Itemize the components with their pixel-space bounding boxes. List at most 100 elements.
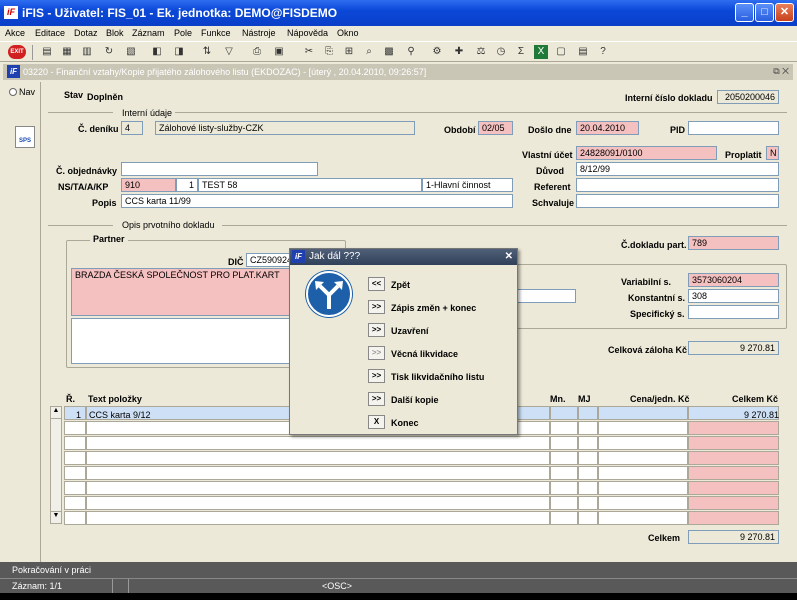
save-icon[interactable]: ▦ [60, 45, 74, 59]
scroll-up-icon[interactable]: ▲ [51, 407, 61, 419]
referent-field[interactable] [576, 178, 779, 192]
tisk-likvidacniho-button[interactable]: >> [368, 369, 385, 383]
query-run-icon[interactable]: ◨ [172, 45, 186, 59]
table-cell[interactable] [598, 451, 688, 465]
table-cell[interactable] [578, 406, 598, 420]
table-cell[interactable] [598, 481, 688, 495]
help-book-icon[interactable]: ▤ [576, 45, 590, 59]
print-icon[interactable]: ⎙ [250, 45, 264, 59]
objednavky-field[interactable] [121, 162, 318, 176]
find-icon[interactable]: ⌕ [362, 45, 376, 59]
table-cell[interactable] [598, 511, 688, 525]
menu-editace[interactable]: Editace [35, 28, 65, 38]
table-cell[interactable] [578, 466, 598, 480]
pid-field[interactable] [688, 121, 779, 135]
zapis-zmen-button[interactable]: >> [368, 300, 385, 314]
table-cell[interactable] [550, 466, 578, 480]
menu-akce[interactable]: Akce [5, 28, 25, 38]
table-cell[interactable] [550, 406, 578, 420]
table-cell[interactable] [86, 511, 550, 525]
scroll-down-icon[interactable]: ▼ [51, 511, 61, 523]
dalsi-kopie-button[interactable]: >> [368, 392, 385, 406]
table-scrollbar[interactable]: ▲ ▼ [50, 406, 62, 524]
cut-icon[interactable]: ✂ [302, 45, 316, 59]
duplicate-icon[interactable]: ▥ [80, 45, 94, 59]
table-cell[interactable] [688, 496, 779, 510]
duvod-field[interactable]: 8/12/99 [576, 162, 779, 176]
ns-field[interactable]: 910 [121, 178, 176, 192]
schvaluje-field[interactable] [576, 194, 779, 208]
table-cell[interactable] [578, 481, 598, 495]
table-cell[interactable] [86, 451, 550, 465]
gear-icon[interactable]: ⚙ [430, 45, 444, 59]
lov-icon[interactable]: ⊞ [342, 45, 356, 59]
a-field[interactable]: TEST 58 [198, 178, 422, 192]
table-cell[interactable] [688, 481, 779, 495]
table-cell[interactable] [550, 511, 578, 525]
attach-icon[interactable]: ⚲ [404, 45, 418, 59]
table-cell[interactable] [550, 451, 578, 465]
proplatit-field[interactable]: N [766, 146, 779, 160]
add-icon[interactable]: ✚ [452, 45, 466, 59]
vlastni-ucet-field[interactable]: 24828091/0100 [576, 146, 717, 160]
menu-napoveda[interactable]: Nápověda [287, 28, 328, 38]
table-cell[interactable] [64, 466, 86, 480]
table-cell[interactable] [64, 421, 86, 435]
sum-icon[interactable]: Σ [514, 45, 528, 59]
query-enter-icon[interactable]: ◧ [150, 45, 164, 59]
table-cell[interactable] [64, 481, 86, 495]
kp-field[interactable]: 1-Hlavní činnost [422, 178, 513, 192]
table-cell[interactable] [86, 466, 550, 480]
paste-icon[interactable]: ▩ [382, 45, 396, 59]
vecna-likvidace-button[interactable]: >> [368, 346, 385, 360]
table-cell[interactable] [688, 511, 779, 525]
refresh-icon[interactable]: ↻ [102, 45, 116, 59]
zpet-button[interactable]: << [368, 277, 385, 291]
variabilni-field[interactable]: 3573060204 [688, 273, 779, 287]
table-cell[interactable] [578, 511, 598, 525]
obdobi-field[interactable]: 02/05 [478, 121, 513, 135]
table-cell[interactable] [688, 436, 779, 450]
konstantni-field[interactable]: 308 [688, 289, 779, 303]
table-cell[interactable] [578, 436, 598, 450]
help-icon[interactable]: ? [596, 45, 610, 59]
table-cell[interactable] [64, 496, 86, 510]
table-cell[interactable] [64, 406, 86, 420]
table-cell[interactable] [550, 496, 578, 510]
scales-icon[interactable]: ⚖ [474, 45, 488, 59]
menu-funkce[interactable]: Funkce [201, 28, 231, 38]
popis-field[interactable]: CCS karta 11/99 [121, 194, 513, 208]
table-cell[interactable] [64, 451, 86, 465]
table-cell[interactable] [64, 511, 86, 525]
menu-nastroje[interactable]: Nástroje [242, 28, 276, 38]
exit-icon[interactable]: EXIT [8, 45, 26, 59]
close-window-button[interactable]: ✕ [775, 3, 794, 22]
table-cell[interactable] [550, 436, 578, 450]
export-icon[interactable]: ▢ [554, 45, 568, 59]
nav-radio[interactable] [9, 88, 17, 96]
table-cell[interactable] [86, 436, 550, 450]
table-cell[interactable] [578, 451, 598, 465]
delete-icon[interactable]: ▧ [124, 45, 138, 59]
menu-dotaz[interactable]: Dotaz [74, 28, 98, 38]
table-cell[interactable] [550, 481, 578, 495]
table-cell[interactable] [598, 496, 688, 510]
clock-icon[interactable]: ◷ [494, 45, 508, 59]
table-cell[interactable] [86, 496, 550, 510]
konec-button[interactable]: X [368, 415, 385, 429]
cdeniku-field[interactable]: 4 [121, 121, 143, 135]
report-icon[interactable]: ▣ [272, 45, 286, 59]
filter-icon[interactable]: ▽ [222, 45, 236, 59]
menu-okno[interactable]: Okno [337, 28, 359, 38]
excel-icon[interactable]: X [534, 45, 548, 59]
menu-pole[interactable]: Pole [174, 28, 192, 38]
minimize-button[interactable]: _ [735, 3, 754, 22]
table-cell[interactable] [598, 466, 688, 480]
maximize-button[interactable]: □ [755, 3, 774, 22]
table-cell[interactable] [688, 451, 779, 465]
menu-blok[interactable]: Blok [106, 28, 124, 38]
table-cell[interactable] [688, 466, 779, 480]
document-window-controls[interactable]: ⧉ ✕ [773, 66, 789, 77]
sps-icon[interactable]: SPS [15, 126, 35, 148]
table-cell[interactable] [598, 421, 688, 435]
